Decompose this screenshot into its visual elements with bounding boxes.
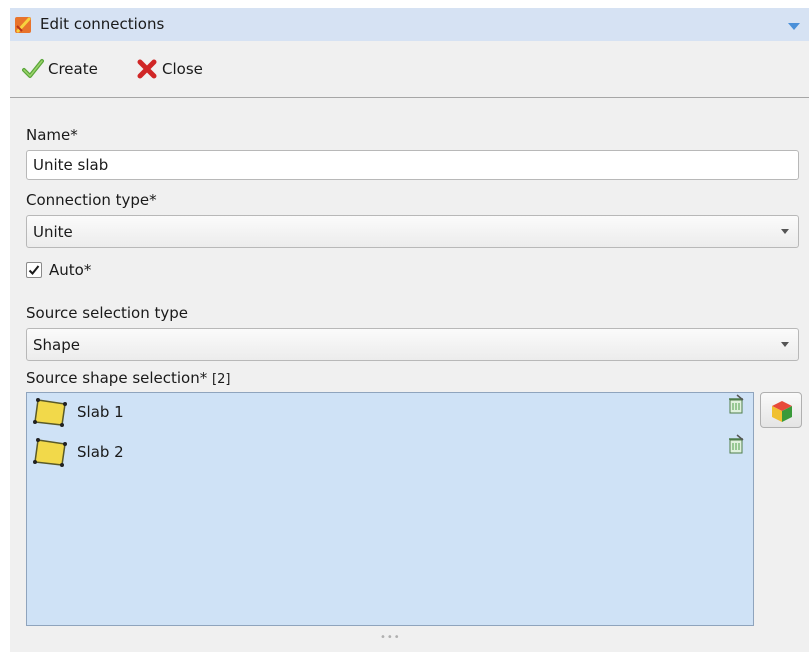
panel-title-bar[interactable]: Edit connections: [10, 8, 809, 41]
panel-title: Edit connections: [40, 15, 165, 33]
slab-icon: [33, 438, 67, 467]
resize-grip-icon[interactable]: •••: [380, 632, 401, 643]
dropdown-arrow-icon: [781, 342, 789, 347]
close-icon: [137, 59, 157, 79]
connection-type-label: Connection type*: [26, 191, 157, 209]
edit-connections-panel: Edit connections Create Close Name* Conn…: [10, 8, 809, 652]
select-from-view-button[interactable]: [760, 392, 802, 428]
list-item-label: Slab 1: [77, 403, 124, 421]
connection-type-select[interactable]: Unite: [26, 215, 799, 248]
auto-checkbox-label: Auto*: [49, 261, 92, 279]
connection-type-value: Unite: [33, 223, 73, 241]
toolbar-divider: [10, 97, 809, 98]
dropdown-arrow-icon: [781, 229, 789, 234]
checkmark-icon: [22, 59, 44, 78]
slab-icon: [33, 398, 67, 427]
source-shape-selection-label: Source shape selection* [2]: [26, 369, 231, 387]
connection-tool-icon: [15, 17, 31, 33]
source-selection-type-value: Shape: [33, 336, 80, 354]
check-mark-icon: [28, 265, 40, 275]
selection-count-badge: [2]: [212, 372, 231, 387]
auto-checkbox[interactable]: Auto*: [26, 261, 91, 279]
cube-selection-icon: [772, 401, 792, 422]
source-shape-list[interactable]: Slab 1 Slab 2: [26, 392, 754, 626]
list-item[interactable]: Slab 2: [27, 433, 753, 469]
create-button[interactable]: Create: [22, 57, 98, 81]
remove-item-icon[interactable]: [727, 434, 745, 454]
name-field[interactable]: [26, 150, 799, 180]
list-item[interactable]: Slab 1: [27, 393, 753, 429]
source-selection-type-label: Source selection type: [26, 304, 188, 322]
close-button[interactable]: Close: [136, 57, 203, 81]
collapse-chevron-icon[interactable]: [787, 21, 801, 31]
name-label: Name*: [26, 126, 78, 144]
close-button-label: Close: [162, 60, 203, 78]
create-button-label: Create: [48, 60, 98, 78]
remove-item-icon[interactable]: [727, 394, 745, 414]
source-selection-type-select[interactable]: Shape: [26, 328, 799, 361]
auto-checkbox-box[interactable]: [26, 262, 42, 278]
list-item-label: Slab 2: [77, 443, 124, 461]
panel-toolbar: Create Close: [10, 41, 809, 97]
